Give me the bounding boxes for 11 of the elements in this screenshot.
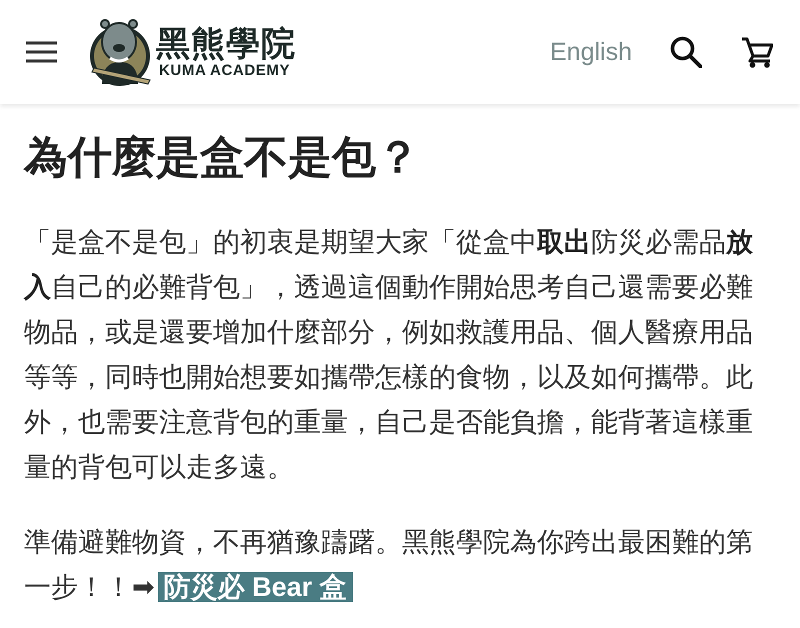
menu-icon[interactable] [26, 41, 57, 63]
logo-title[interactable]: 黑熊學院 [156, 25, 296, 63]
cart-icon[interactable] [741, 36, 773, 68]
bear-logo-icon[interactable] [88, 18, 152, 86]
article-heading: 為什麼是盒不是包？ [24, 132, 421, 184]
language-link[interactable]: English [550, 38, 632, 66]
product-link[interactable]: 防災必 Bear 盒 [158, 572, 353, 602]
article-paragraph: 「是盒不是包」的初衷是期望大家「從盒中取出防災必需品放入自己的必難背包」，透過這個動作開始思考自己還需要必難物品，或是還要增加什麼部分，例如救護用品、個人醫療用品等等，同時也開始想要如攜帶怎樣的食物，以及如何攜帶。此外，也需要注意背包的重量，自己是否能負擔，能背著這樣重量的背包可以走多遠。 [24, 226, 754, 484]
logo-subtitle[interactable]: KUMA ACADEMY [159, 63, 296, 79]
search-icon[interactable] [670, 36, 702, 68]
article-paragraph: 準備避難物資，不再猶豫躊躇。黑熊學院為你跨出最困難的第一步！！➡ 防災必 Bear 盒 [24, 526, 754, 604]
